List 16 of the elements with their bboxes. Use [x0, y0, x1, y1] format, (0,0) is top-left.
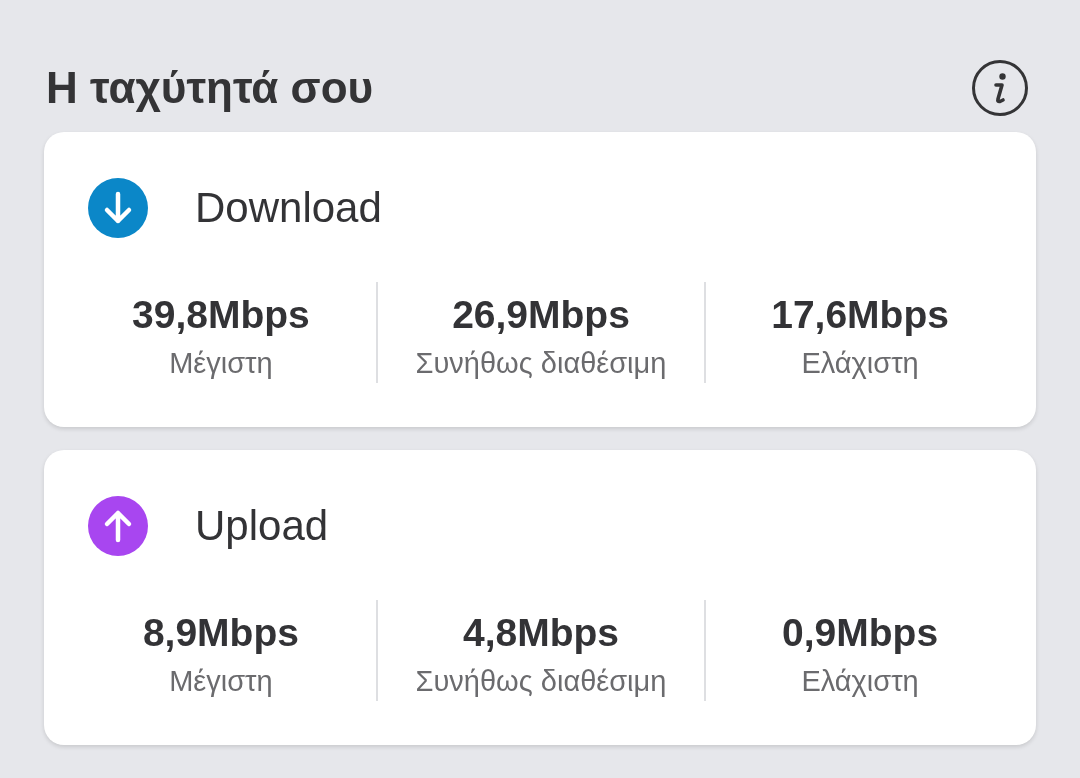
speed-label: Ελάχιστη [801, 664, 919, 699]
speed-value: 4,8Mbps [462, 610, 619, 656]
speed-label: Μέγιστη [169, 346, 273, 381]
speed-value: 0,9Mbps [782, 610, 939, 656]
speed-label: Ελάχιστη [801, 346, 919, 381]
section-title: Η ταχύτητά σου [46, 62, 374, 114]
speed-value: 39,8Mbps [132, 292, 310, 338]
speed-label: Μέγιστη [169, 664, 273, 699]
info-icon[interactable] [972, 60, 1028, 116]
speed-value: 17,6Mbps [771, 292, 949, 338]
speed-value: 26,9Mbps [452, 292, 630, 338]
card-title: Download [195, 183, 382, 233]
speed-label: Συνήθως διαθέσιμη [415, 346, 667, 381]
speed-label: Συνήθως διαθέσιμη [415, 664, 667, 699]
speed-value: 8,9Mbps [142, 610, 299, 656]
card-title: Upload [195, 501, 329, 551]
